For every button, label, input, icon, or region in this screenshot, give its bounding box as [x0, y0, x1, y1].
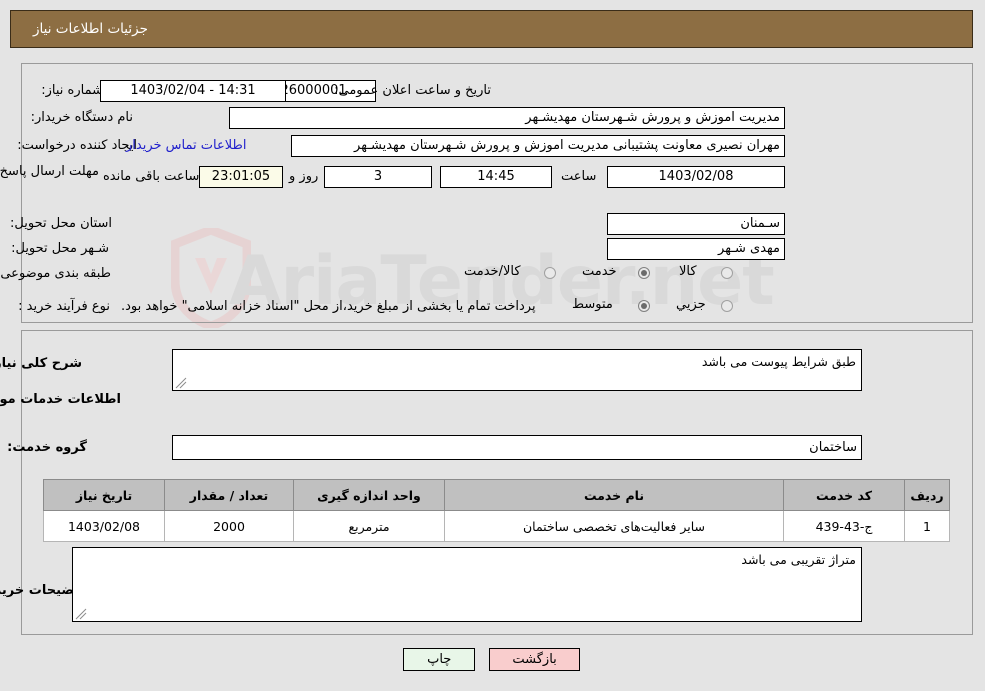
deadline-label: مهلت ارسال پاسخ: تا تاریخ:: [0, 164, 100, 179]
general-desc-textarea[interactable]: طبق شرایط پیوست می باشد: [173, 349, 863, 391]
page-header: جزئیات اطلاعات نیاز: [11, 10, 974, 48]
timer-suffix-label: ساعت باقی مانده: [104, 169, 201, 184]
table-header-row: ردیف کد خدمت نام خدمت واحد اندازه گیری ت…: [44, 479, 951, 511]
radio-category-kala-label: کالا: [680, 264, 698, 279]
province-value: سـمنان: [608, 213, 786, 235]
th-qty: تعداد / مقدار: [165, 479, 295, 511]
buyer-notes-textarea[interactable]: متراژ تقریبی می باشد: [73, 547, 863, 622]
cell-unit: مترمربع: [294, 510, 446, 542]
public-announce-value: 14:31 - 1403/02/04: [101, 80, 287, 102]
th-date: تاریخ نیاز: [44, 479, 166, 511]
th-unit: واحد اندازه گیری: [294, 479, 446, 511]
city-value: مهدی شـهر: [608, 238, 786, 260]
table-row: 1 ج-43-439 سایر فعالیت‌های تخصصی ساختمان…: [44, 510, 951, 542]
countdown-timer: 23:01:05: [200, 166, 284, 188]
deadline-date-value: 1403/02/08: [608, 166, 786, 188]
cell-code: ج-43-439: [784, 510, 906, 542]
th-row: ردیف: [905, 479, 951, 511]
cell-qty: 2000: [165, 510, 295, 542]
cell-row: 1: [905, 510, 951, 542]
print-button[interactable]: چاپ: [404, 648, 477, 671]
action-button-bar: بازگشت چاپ: [0, 648, 985, 671]
radio-process-jozi-label: جزیي: [677, 297, 707, 312]
cell-name: سایر فعالیت‌های تخصصی ساختمان: [445, 510, 785, 542]
radio-process-jozi[interactable]: [722, 300, 734, 312]
th-code: کد خدمت: [784, 479, 906, 511]
radio-category-kala-khedmat[interactable]: [545, 267, 557, 279]
resize-grip-icon[interactable]: [76, 608, 88, 620]
service-group-value: ساختمان: [173, 435, 863, 460]
radio-category-khedmat-label: خدمت: [583, 264, 618, 279]
buyer-org-value: مدیریت اموزش و پرورش شـهرستان مهدیشـهر: [230, 107, 786, 129]
general-desc-label: شرح کلی نیاز:: [0, 356, 83, 371]
radio-process-motavaset-label: متوسط: [573, 297, 614, 312]
creator-label: ایجاد کننده درخواست:: [18, 138, 138, 153]
days-word-label: روز و: [290, 169, 320, 184]
buyer-notes-value: متراژ تقریبی می باشد: [742, 552, 857, 567]
buyer-contact-link[interactable]: اطلاعات تماس خریدار: [127, 138, 247, 153]
cell-date: 1403/02/08: [44, 510, 166, 542]
th-name: نام خدمت: [445, 479, 785, 511]
province-label: استان محل تحویل:: [11, 216, 113, 231]
need-number-label: شماره نیاز:: [42, 83, 104, 98]
process-label: نوع فرآیند خرید :: [19, 299, 111, 314]
service-group-label: گروه خدمت:: [8, 440, 88, 455]
radio-category-khedmat[interactable]: [639, 267, 651, 279]
creator-value: مهران نصیری معاونت پشتیبانی مدیریت اموزش…: [292, 135, 786, 157]
services-section-title: اطلاعات خدمات مورد نیاز: [0, 392, 122, 407]
resize-grip-icon[interactable]: [176, 377, 188, 389]
category-label: طبقه بندی موضوعی:: [0, 266, 112, 281]
general-desc-value: طبق شرایط پیوست می باشد: [702, 354, 857, 369]
radio-category-kala-khedmat-label: کالا/خدمت: [465, 264, 522, 279]
radio-category-kala[interactable]: [722, 267, 734, 279]
city-label: شـهر محل تحویل:: [12, 241, 110, 256]
hour-label: ساعت: [562, 169, 598, 184]
radio-process-motavaset[interactable]: [639, 300, 651, 312]
public-announce-label: تاریخ و ساعت اعلان عمومی:: [335, 83, 492, 98]
payment-note: پرداخت تمام یا بخشی از مبلغ خرید،از محل …: [122, 299, 537, 314]
days-left-value: 3: [325, 166, 433, 188]
page-title: جزئیات اطلاعات نیاز: [34, 21, 149, 37]
deadline-time-value: 14:45: [441, 166, 553, 188]
buyer-org-label: نام دستگاه خریدار:: [31, 110, 134, 125]
back-button[interactable]: بازگشت: [490, 648, 581, 671]
services-table: ردیف کد خدمت نام خدمت واحد اندازه گیری ت…: [44, 479, 951, 542]
need-info-panel: [22, 63, 974, 323]
